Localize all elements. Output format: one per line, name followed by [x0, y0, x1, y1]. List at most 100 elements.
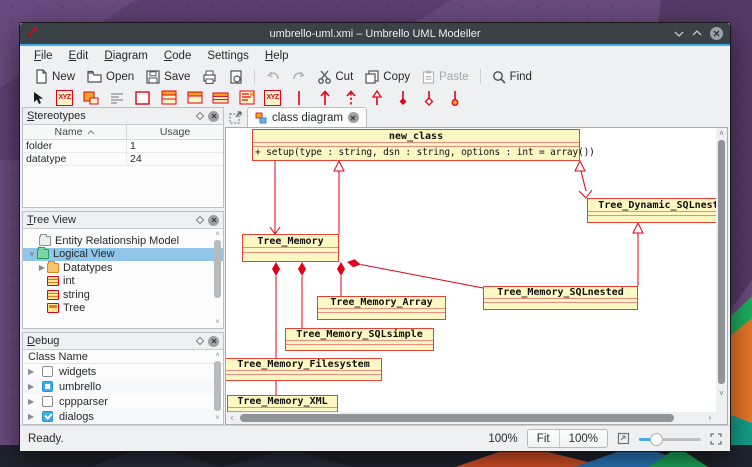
class-tree-memory-filesystem[interactable]: Tree_Memory_Filesystem: [226, 358, 382, 381]
float-panel-icon[interactable]: [196, 337, 204, 345]
stereotype-row[interactable]: folder 1: [23, 140, 223, 153]
menu-diagram[interactable]: Diagram: [96, 46, 155, 65]
debug-item-widgets[interactable]: ▶ widgets: [23, 364, 223, 379]
slider-handle[interactable]: [650, 433, 663, 446]
tree-view-scrollbar[interactable]: ˄ ˅: [213, 231, 222, 326]
checkbox-unchecked[interactable]: [42, 366, 53, 377]
new-button[interactable]: New: [28, 67, 81, 86]
scroll-up-icon[interactable]: ˄: [716, 128, 727, 140]
scroll-down-icon[interactable]: ˅: [213, 319, 222, 326]
class-tree-dynamic-sqlnested[interactable]: Tree_Dynamic_SQLnested: [587, 198, 716, 223]
menu-help[interactable]: Help: [257, 46, 297, 65]
entity-tool[interactable]: [212, 90, 229, 106]
print-button[interactable]: [196, 68, 223, 86]
scrollbar-thumb[interactable]: [240, 414, 674, 422]
text-tool[interactable]: XYZ: [56, 90, 73, 106]
menu-file[interactable]: File: [26, 46, 61, 65]
text-lines-tool[interactable]: [108, 90, 125, 106]
menu-code[interactable]: Code: [156, 46, 200, 65]
stereotype-row[interactable]: datatype 24: [23, 153, 223, 166]
checkbox-checked[interactable]: [42, 411, 53, 422]
copy-button[interactable]: Copy: [359, 68, 416, 86]
debug-item-cppparser[interactable]: ▶ cppparser: [23, 394, 223, 409]
dependency-tool[interactable]: [342, 90, 359, 106]
undo-button[interactable]: [260, 69, 286, 85]
debug-scrollbar[interactable]: ˄ ˅: [213, 352, 222, 422]
class-tree-memory-array[interactable]: Tree_Memory_Array: [317, 296, 446, 320]
tree-item-string[interactable]: string: [23, 288, 223, 302]
checkbox-partial[interactable]: [42, 381, 53, 392]
expander-open-icon[interactable]: ▼: [27, 250, 37, 259]
float-panel-icon[interactable]: [196, 112, 204, 120]
class-tool[interactable]: [160, 90, 177, 106]
tree-item-tree[interactable]: Tree: [23, 302, 223, 316]
maximize-button[interactable]: [692, 30, 702, 37]
class-new-class[interactable]: new_class + setup(type : string, dsn : s…: [252, 129, 580, 161]
tab-class-diagram[interactable]: class diagram: [247, 107, 367, 127]
scroll-left-icon[interactable]: ‹: [226, 412, 238, 424]
close-panel-icon[interactable]: [208, 111, 219, 122]
scroll-up-icon[interactable]: ˄: [213, 352, 222, 359]
fullscreen-icon[interactable]: [710, 433, 722, 445]
fit-button[interactable]: Fit: [528, 430, 559, 447]
debug-item-umbrello[interactable]: ▶ umbrello: [23, 379, 223, 394]
class-tree-memory-sqlnested[interactable]: Tree_Memory_SQLnested: [483, 286, 638, 310]
stereotypes-panel-titlebar[interactable]: Stereotypes: [23, 108, 223, 124]
scrollbar-thumb[interactable]: [718, 140, 725, 384]
save-button[interactable]: Save: [140, 68, 196, 86]
paste-button[interactable]: Paste: [416, 68, 474, 86]
expander-closed-icon[interactable]: ▶: [37, 263, 47, 272]
expander-closed-icon[interactable]: ▶: [28, 382, 36, 391]
canvas-horizontal-scrollbar[interactable]: ‹ ›: [226, 412, 716, 424]
canvas-vertical-scrollbar[interactable]: ˄ ˅: [716, 128, 727, 412]
print-preview-button[interactable]: [223, 68, 249, 86]
scroll-down-icon[interactable]: ˅: [716, 388, 727, 400]
zoom-100-button[interactable]: 100%: [559, 430, 607, 447]
association-tool[interactable]: [290, 90, 307, 106]
tree-item-entity-relationship-model[interactable]: Entity Relationship Model: [23, 234, 223, 248]
redo-button[interactable]: [286, 69, 312, 85]
class-tree-memory-sqlsimple[interactable]: Tree_Memory_SQLsimple: [285, 328, 434, 351]
tree-item-int[interactable]: int: [23, 275, 223, 289]
zoom-page-icon[interactable]: [617, 432, 630, 445]
scroll-up-icon[interactable]: ˄: [213, 231, 222, 238]
scroll-right-icon[interactable]: ›: [704, 412, 716, 424]
stereotypes-table-header[interactable]: Name Usage: [23, 125, 223, 140]
aggregation-tool[interactable]: [420, 90, 437, 106]
scrollbar-thumb[interactable]: [214, 361, 221, 411]
open-button[interactable]: Open: [81, 68, 140, 85]
close-panel-icon[interactable]: [208, 336, 219, 347]
datatype-tool[interactable]: [238, 90, 255, 106]
close-tab-icon[interactable]: [348, 112, 359, 123]
tree-item-logical-view[interactable]: ▼ Logical View: [23, 248, 223, 262]
menu-settings[interactable]: Settings: [199, 46, 257, 65]
float-panel-icon[interactable]: [196, 216, 204, 224]
debug-panel-titlebar[interactable]: Debug: [23, 333, 223, 349]
scroll-down-icon[interactable]: ˅: [213, 415, 222, 422]
class-tree-memory[interactable]: Tree_Memory: [242, 234, 339, 262]
debug-item-dialogs[interactable]: ▶ dialogs: [23, 409, 223, 424]
checkbox-unchecked[interactable]: [42, 396, 53, 407]
uni-association-tool[interactable]: [316, 90, 333, 106]
expander-closed-icon[interactable]: ▶: [28, 412, 36, 421]
minimize-button[interactable]: [674, 30, 684, 37]
class-tree-memory-xml[interactable]: Tree_Memory_XML: [227, 395, 338, 412]
select-tool[interactable]: [30, 90, 47, 106]
tree-view-panel-titlebar[interactable]: Tree View: [23, 212, 223, 228]
find-button[interactable]: Find: [486, 68, 538, 86]
menu-edit[interactable]: Edit: [61, 46, 97, 65]
close-button[interactable]: [710, 27, 723, 40]
new-tab-button[interactable]: [226, 109, 244, 126]
interface-tool[interactable]: [186, 90, 203, 106]
expander-closed-icon[interactable]: ▶: [28, 367, 36, 376]
box-tool[interactable]: [134, 90, 151, 106]
expander-closed-icon[interactable]: ▶: [28, 397, 36, 406]
tree-item-datatypes[interactable]: ▶ Datatypes: [23, 261, 223, 275]
zoom-slider[interactable]: [639, 432, 701, 446]
titlebar[interactable]: umbrello-uml.xmi – Umbrello UML Modeller: [20, 23, 730, 44]
diagram-canvas[interactable]: new_class + setup(type : string, dsn : s…: [226, 128, 716, 412]
anchor-tool[interactable]: [446, 90, 463, 106]
composition-tool[interactable]: [394, 90, 411, 106]
note-tool[interactable]: [82, 90, 99, 106]
cut-button[interactable]: Cut: [312, 68, 359, 86]
